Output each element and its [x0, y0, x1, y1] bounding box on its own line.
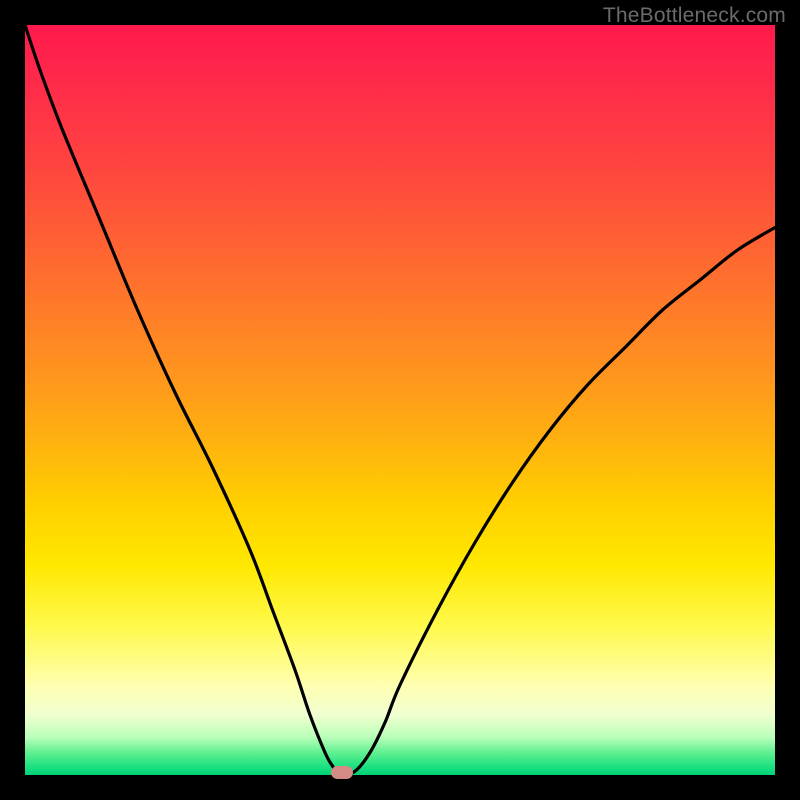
curve-path	[25, 25, 775, 775]
chart-frame: TheBottleneck.com	[0, 0, 800, 800]
bottleneck-curve	[25, 25, 775, 775]
watermark-text: TheBottleneck.com	[603, 4, 786, 28]
min-marker	[331, 766, 353, 779]
